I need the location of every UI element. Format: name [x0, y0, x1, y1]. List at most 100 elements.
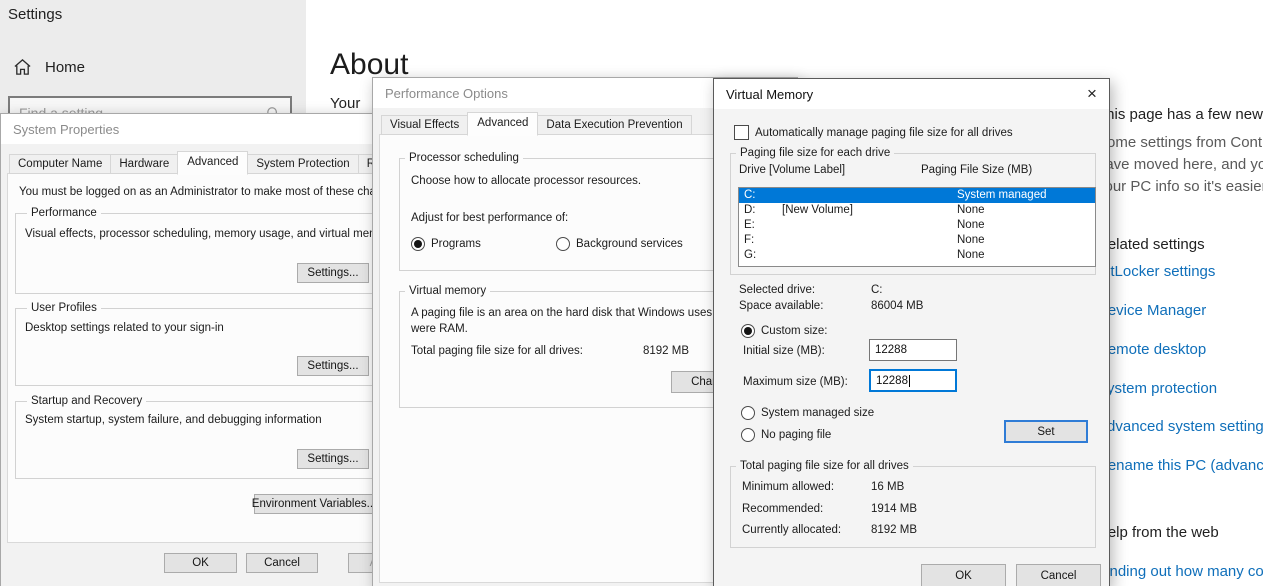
drive-row-g[interactable]: G: None — [739, 248, 1095, 263]
processor-scheduling-desc: Choose how to allocate processor resourc… — [411, 175, 641, 187]
close-icon[interactable]: × — [1075, 80, 1109, 108]
sidebar-item-home[interactable]: Home — [13, 58, 85, 76]
text-caret — [909, 375, 910, 387]
maximum-size-label: Maximum size (MB): — [743, 376, 848, 388]
related-settings-heading: Related settings — [1097, 236, 1205, 253]
environment-variables-button[interactable]: Environment Variables... — [254, 494, 374, 514]
drive-size: None — [957, 233, 1095, 248]
page-intro-partial: Your — [330, 95, 360, 112]
user-profiles-group-label: User Profiles — [27, 302, 101, 314]
radio-system-managed-label: System managed size — [761, 407, 874, 419]
new-settings-heading: This page has a few new settings — [1097, 106, 1263, 123]
radio-system-managed[interactable]: System managed size — [741, 406, 874, 420]
performance-options-title: Performance Options — [385, 86, 508, 101]
link-advanced-system-settings[interactable]: Advanced system settings — [1097, 418, 1263, 435]
link-system-protection[interactable]: System protection — [1097, 380, 1217, 397]
drive-size: None — [957, 248, 1095, 263]
tab-data-execution-prevention[interactable]: Data Execution Prevention — [537, 115, 691, 135]
selected-drive-label: Selected drive: — [739, 284, 815, 296]
recommended-label: Recommended: — [742, 503, 823, 515]
system-properties-titlebar: System Properties — [1, 114, 395, 144]
radio-custom-size-dot — [741, 324, 755, 338]
total-paging-group-label: Total paging file size for all drives — [736, 460, 913, 472]
drive-row-e[interactable]: E: None — [739, 218, 1095, 233]
maximum-size-value: 12288 — [876, 375, 908, 387]
performance-group-desc: Visual effects, processor scheduling, me… — [25, 228, 395, 240]
auto-manage-checkbox[interactable]: Automatically manage paging file size fo… — [734, 125, 1013, 140]
radio-no-paging-file-dot — [741, 428, 755, 442]
performance-group-label: Performance — [27, 207, 101, 219]
screen: Settings Home Find a setting About Your … — [0, 0, 1263, 586]
tab-visual-effects[interactable]: Visual Effects — [381, 115, 468, 135]
drive-letter: E: — [739, 218, 782, 233]
drive-letter: D: — [739, 203, 782, 218]
tab-hardware[interactable]: Hardware — [110, 154, 178, 174]
system-properties-dialog: System Properties Computer Name Hardware… — [0, 113, 396, 586]
maximum-size-input[interactable]: 12288 — [869, 369, 957, 392]
radio-programs-label: Programs — [431, 238, 481, 250]
currently-allocated-value: 8192 MB — [871, 524, 917, 536]
performance-options-tabs: Visual Effects Advanced Data Execution P… — [381, 115, 692, 135]
column-header-size: Paging File Size (MB) — [921, 164, 1032, 176]
space-available-value: 86004 MB — [871, 300, 923, 312]
startup-recovery-group-label: Startup and Recovery — [27, 395, 146, 407]
auto-manage-checkbox-label: Automatically manage paging file size fo… — [755, 127, 1013, 139]
startup-recovery-group-desc: System startup, system failure, and debu… — [25, 414, 322, 426]
radio-background-services[interactable]: Background services — [556, 237, 683, 251]
link-remote-desktop[interactable]: Remote desktop — [1097, 341, 1206, 358]
initial-size-input[interactable]: 12288 — [869, 339, 957, 361]
sidebar-item-home-label: Home — [45, 59, 85, 76]
set-button[interactable]: Set — [1004, 420, 1088, 443]
about-body-line: your PC info so it's easier to share. — [1097, 178, 1263, 195]
system-properties-ok-button[interactable]: OK — [164, 553, 237, 573]
total-paging-value: 8192 MB — [643, 345, 689, 357]
radio-custom-size-label: Custom size: — [761, 325, 827, 337]
link-rename-this-pc[interactable]: Rename this PC (advanced) — [1097, 457, 1263, 474]
selected-drive-value: C: — [871, 284, 883, 296]
radio-custom-size[interactable]: Custom size: — [741, 324, 827, 338]
radio-programs-dot — [411, 237, 425, 251]
radio-programs[interactable]: Programs — [411, 237, 481, 251]
system-properties-cancel-button[interactable]: Cancel — [246, 553, 318, 573]
startup-recovery-settings-button[interactable]: Settings... — [297, 449, 369, 469]
link-bitlocker-settings[interactable]: BitLocker settings — [1097, 263, 1215, 280]
user-profiles-group-desc: Desktop settings related to your sign-in — [25, 322, 224, 334]
drive-letter: C: — [739, 188, 782, 203]
virtual-memory-cancel-button[interactable]: Cancel — [1016, 564, 1101, 586]
tab-po-advanced[interactable]: Advanced — [467, 112, 538, 136]
currently-allocated-label: Currently allocated: — [742, 524, 841, 536]
link-device-manager[interactable]: Device Manager — [1097, 302, 1206, 319]
performance-settings-button[interactable]: Settings... — [297, 263, 369, 283]
drive-volume: [New Volume] — [782, 203, 957, 218]
radio-background-services-dot — [556, 237, 570, 251]
virtual-memory-group-label: Virtual memory — [405, 285, 490, 297]
radio-background-services-label: Background services — [576, 238, 683, 250]
tab-computer-name[interactable]: Computer Name — [9, 154, 111, 174]
about-body-line: have moved here, and you can copy — [1097, 156, 1263, 173]
tab-system-protection[interactable]: System Protection — [247, 154, 358, 174]
minimum-allowed-value: 16 MB — [871, 481, 904, 493]
help-from-web-heading: Help from the web — [1097, 524, 1219, 541]
drive-row-c[interactable]: C: System managed — [739, 188, 1095, 203]
paging-size-group-label: Paging file size for each drive — [736, 147, 894, 159]
processor-scheduling-label: Processor scheduling — [405, 152, 523, 164]
space-available-label: Space available: — [739, 300, 823, 312]
adjust-performance-label: Adjust for best performance of: — [411, 212, 568, 224]
about-body-line: Some settings from Control Panel — [1097, 134, 1263, 151]
user-profiles-settings-button[interactable]: Settings... — [297, 356, 369, 376]
virtual-memory-ok-button[interactable]: OK — [921, 564, 1006, 586]
drive-letter: F: — [739, 233, 782, 248]
drive-size: None — [957, 218, 1095, 233]
drive-row-d[interactable]: D: [New Volume] None — [739, 203, 1095, 218]
paging-file-desc-line2: were RAM. — [411, 323, 468, 335]
initial-size-value: 12288 — [875, 344, 907, 356]
settings-app-title: Settings — [8, 6, 62, 23]
link-finding-cores[interactable]: Finding out how many cores my processor … — [1097, 561, 1263, 586]
tab-advanced[interactable]: Advanced — [177, 151, 248, 175]
drive-list: C: System managed D: [New Volume] None E… — [738, 187, 1096, 267]
radio-no-paging-file-label: No paging file — [761, 429, 831, 441]
column-header-drive: Drive [Volume Label] — [739, 164, 845, 176]
virtual-memory-title: Virtual Memory — [726, 87, 813, 102]
radio-no-paging-file[interactable]: No paging file — [741, 428, 831, 442]
drive-row-f[interactable]: F: None — [739, 233, 1095, 248]
